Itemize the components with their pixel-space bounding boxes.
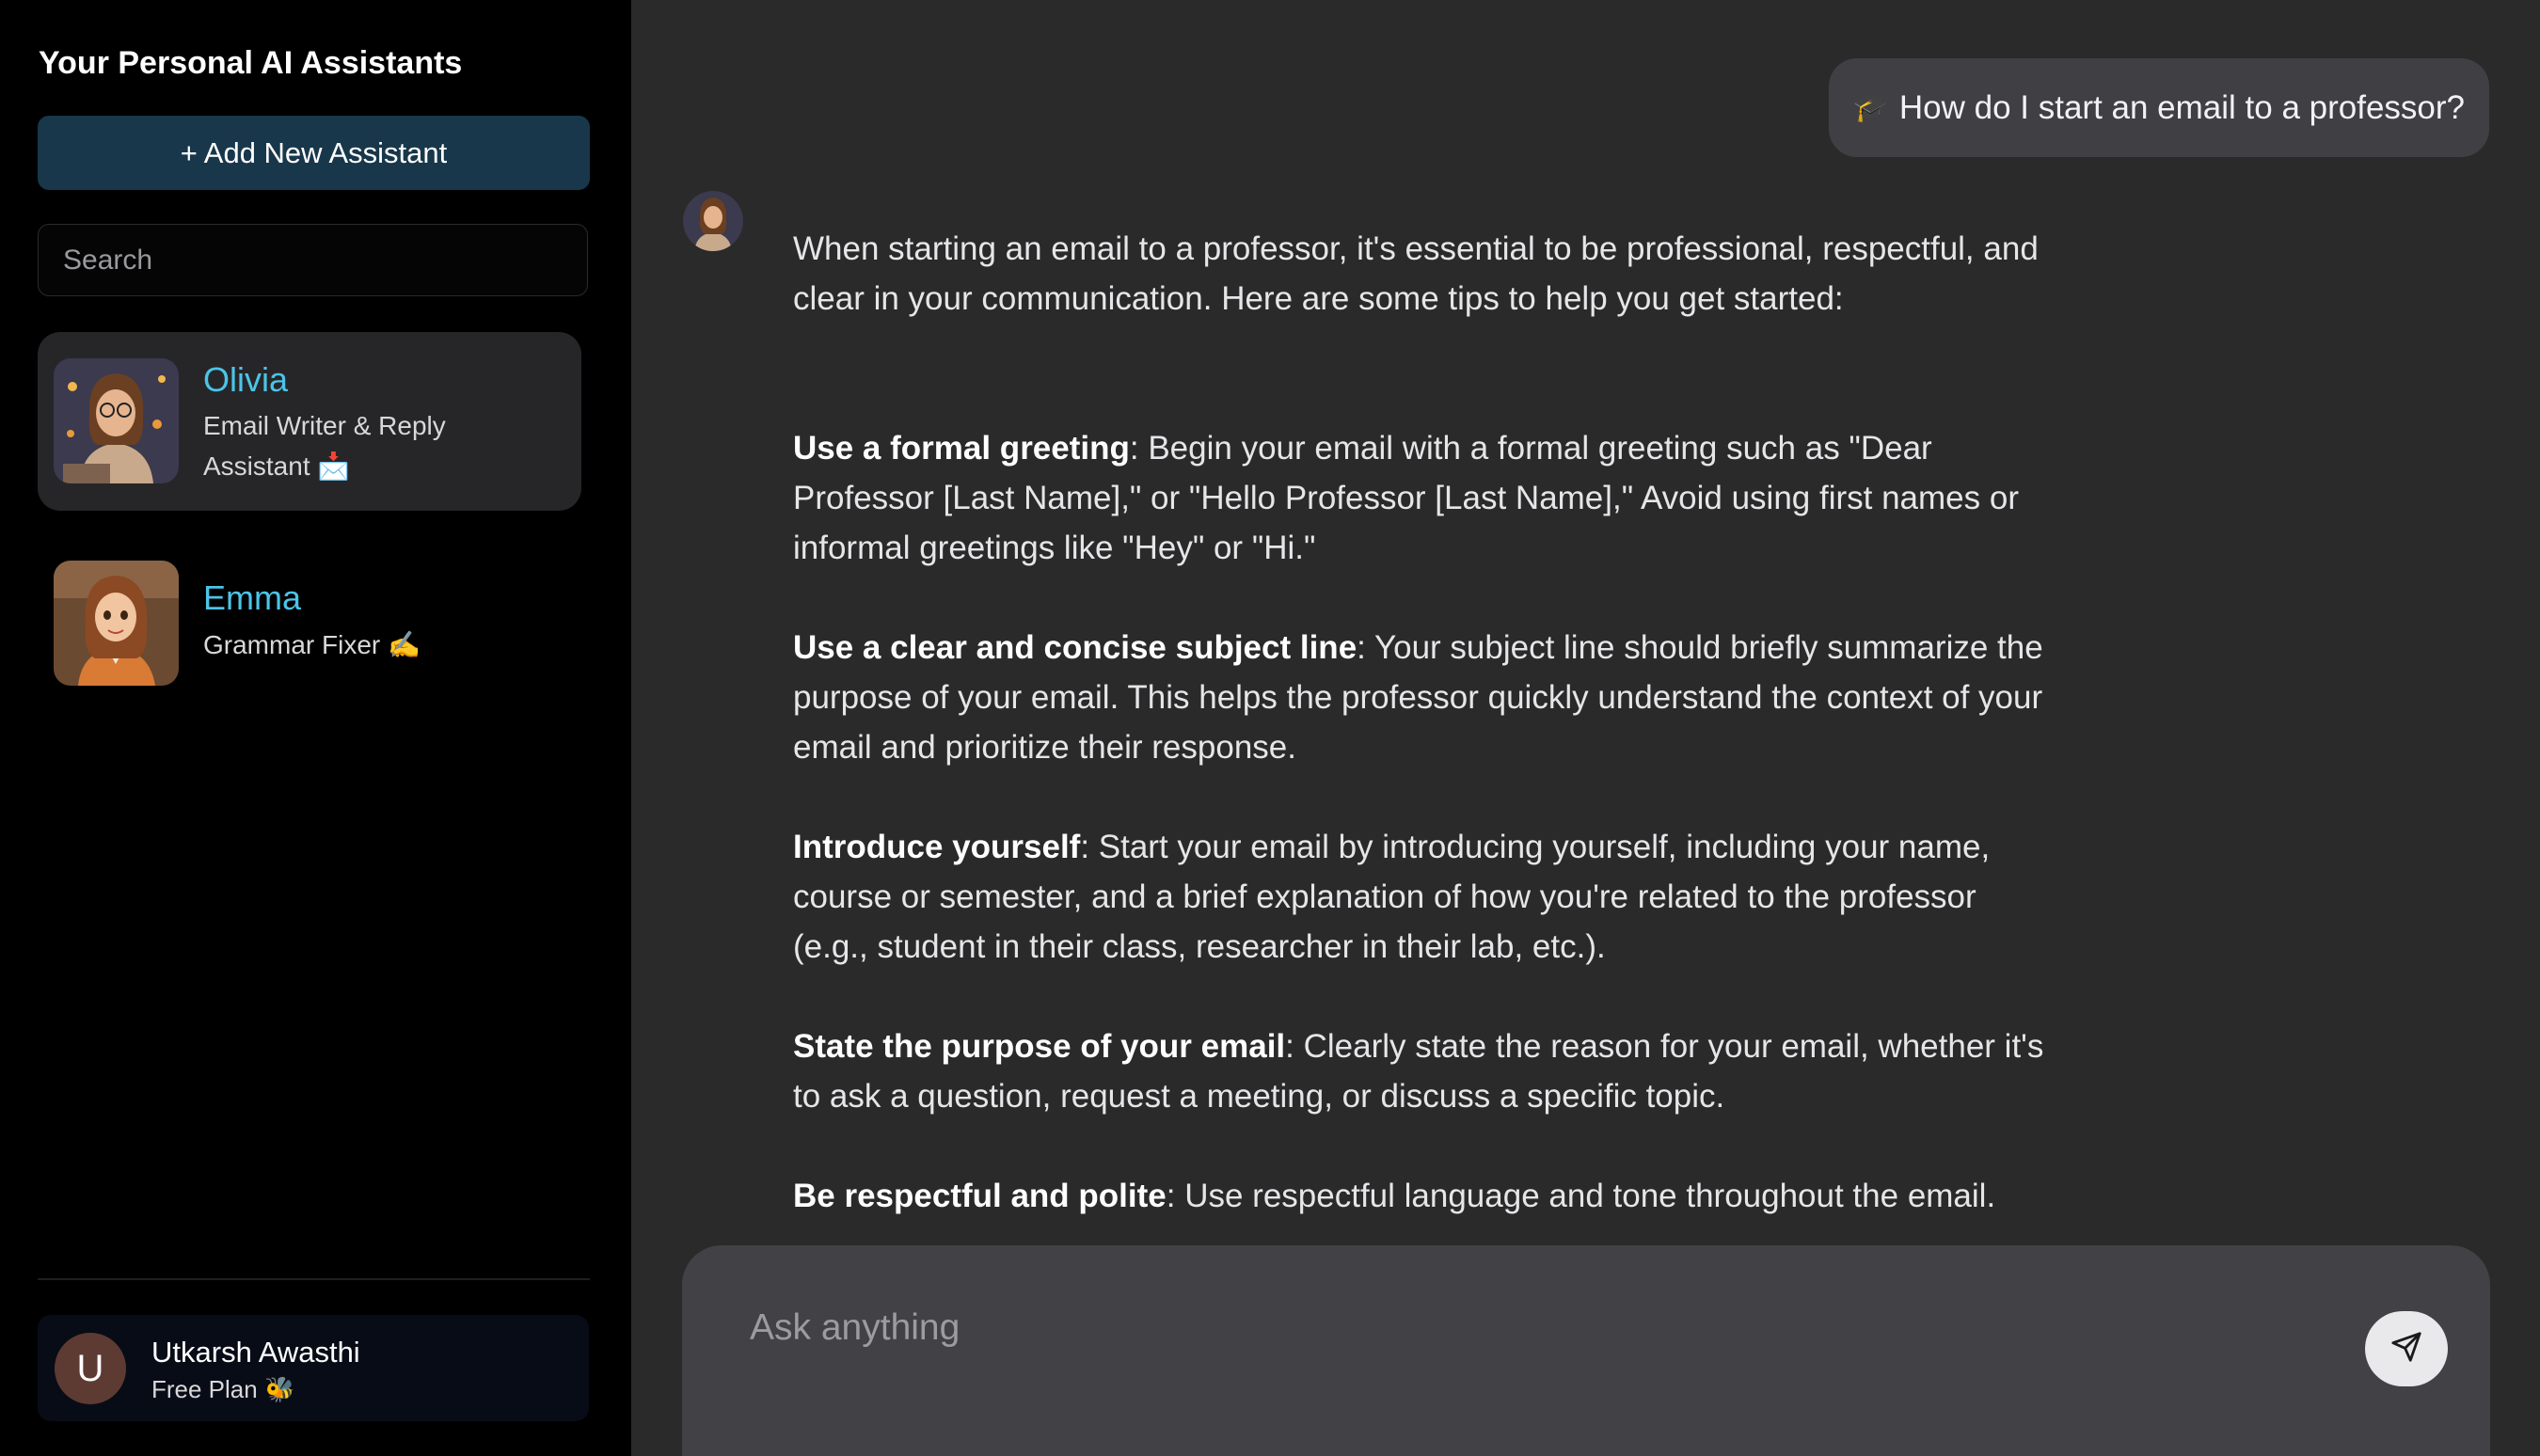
- assistant-name: Olivia: [203, 360, 289, 399]
- user-plan: Free Plan 🐝: [151, 1375, 295, 1403]
- user-message-text: How do I start an email to a professor?: [1898, 88, 2465, 126]
- message-composer: [682, 1245, 2490, 1456]
- tip-title: Use a formal greeting: [793, 430, 1130, 467]
- message-input[interactable]: [748, 1294, 2351, 1362]
- send-button[interactable]: [2365, 1311, 2448, 1386]
- send-icon: [2390, 1331, 2422, 1368]
- graduation-cap-icon: 🎓: [1852, 92, 1888, 123]
- assistant-description: Grammar Fixer ✍️: [203, 630, 421, 659]
- emma-avatar: [54, 561, 179, 686]
- user-name: Utkarsh Awasthi: [151, 1336, 360, 1369]
- user-avatar: U: [55, 1333, 126, 1404]
- response-tip: Use a formal greeting: Begin your email …: [793, 423, 2044, 573]
- sidebar-divider: [38, 1278, 590, 1280]
- add-new-assistant-button[interactable]: + Add New Assistant: [38, 116, 590, 190]
- user-profile-card[interactable]: U Utkarsh Awasthi Free Plan 🐝: [38, 1315, 589, 1421]
- assistant-description: Email Writer & Reply Assistant 📩: [203, 411, 446, 481]
- response-tip: Introduce yourself: Start your email by …: [793, 822, 2044, 972]
- sidebar: Your Personal AI Assistants + Add New As…: [0, 0, 631, 1456]
- tip-text: : Use respectful language and tone throu…: [1166, 1178, 1996, 1214]
- response-tip: Use a clear and concise subject line: Yo…: [793, 623, 2044, 772]
- response-intro: When starting an email to a professor, i…: [793, 230, 2039, 317]
- assistant-item-olivia[interactable]: Olivia Email Writer & Reply Assistant 📩: [38, 332, 581, 511]
- response-tip: State the purpose of your email: Clearly…: [793, 1021, 2044, 1121]
- olivia-avatar: [54, 358, 179, 483]
- response-tip: Be respectful and polite: Use respectful…: [793, 1171, 2044, 1221]
- search-box: [38, 224, 588, 296]
- sidebar-title: Your Personal AI Assistants: [39, 45, 463, 81]
- assistant-item-emma[interactable]: Emma Grammar Fixer ✍️: [38, 536, 581, 715]
- search-input[interactable]: [39, 225, 587, 295]
- tip-title: Use a clear and concise subject line: [793, 629, 1357, 666]
- tip-title: Be respectful and polite: [793, 1178, 1167, 1214]
- tip-title: Introduce yourself: [793, 829, 1081, 865]
- assistant-response: When starting an email to a professor, i…: [793, 224, 2044, 1271]
- assistant-avatar: [683, 191, 743, 251]
- user-message-bubble: 🎓 How do I start an email to a professor…: [1828, 58, 2489, 157]
- tip-title: State the purpose of your email: [793, 1028, 1286, 1065]
- assistant-name: Emma: [203, 578, 302, 617]
